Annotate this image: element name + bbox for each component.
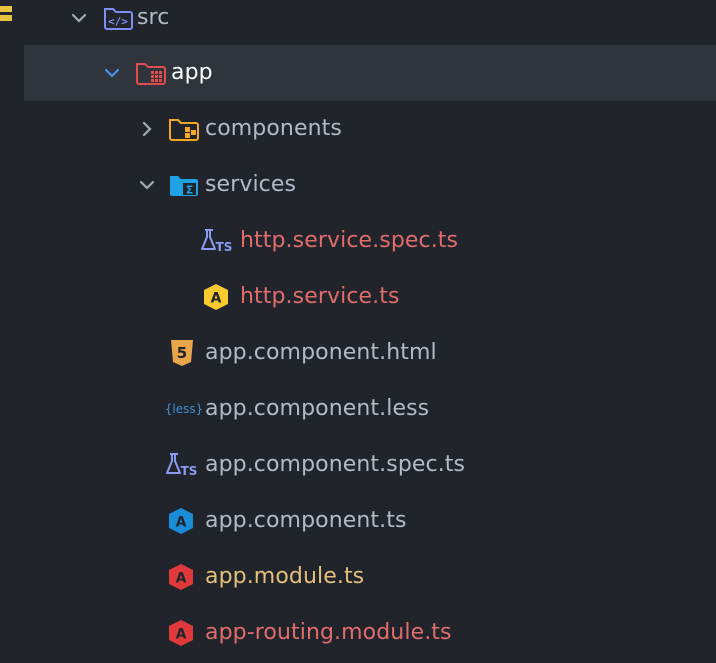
tree-item-services[interactable]: Σ services bbox=[0, 157, 716, 213]
svg-text:5: 5 bbox=[177, 344, 187, 362]
chevron-right-icon[interactable] bbox=[137, 119, 157, 139]
file-explorer: </> src app components Σ services TS htt… bbox=[0, 0, 716, 663]
less-icon: {less} bbox=[166, 392, 202, 426]
chevron-down-icon[interactable] bbox=[69, 8, 89, 28]
angular-module-icon: A bbox=[164, 560, 198, 594]
tree-item-label: app.module.ts bbox=[205, 564, 365, 589]
html5-icon: 5 bbox=[165, 336, 199, 370]
angular-component-icon: A bbox=[164, 504, 198, 538]
tree-item-app-module[interactable]: A app.module.ts bbox=[0, 549, 716, 605]
tree-item-app-routing-module[interactable]: A app-routing.module.ts bbox=[0, 605, 716, 661]
svg-text:A: A bbox=[176, 627, 187, 643]
tree-item-app-component-spec[interactable]: TS app.component.spec.ts bbox=[0, 437, 716, 493]
tree-item-label: http.service.ts bbox=[240, 284, 400, 309]
tree-item-app-component-ts[interactable]: A app.component.ts bbox=[0, 493, 716, 549]
svg-text:A: A bbox=[176, 571, 187, 587]
svg-text:{less}: {less} bbox=[166, 402, 202, 416]
svg-text:Σ: Σ bbox=[186, 184, 194, 197]
angular-service-icon: A bbox=[199, 280, 233, 314]
chevron-down-icon[interactable] bbox=[137, 175, 157, 195]
tree-item-app-component-less[interactable]: {less} app.component.less bbox=[0, 381, 716, 437]
svg-text:A: A bbox=[176, 515, 187, 531]
tree-item-label: app.component.html bbox=[205, 340, 437, 365]
tree-item-label: services bbox=[205, 172, 297, 197]
chevron-down-icon[interactable] bbox=[102, 63, 122, 83]
folder-app-icon bbox=[134, 56, 168, 90]
tree-item-label: app-routing.module.ts bbox=[205, 620, 452, 645]
angular-routing-icon: A bbox=[164, 616, 198, 650]
tree-item-app-component-html[interactable]: 5 app.component.html bbox=[0, 325, 716, 381]
folder-services-icon: Σ bbox=[167, 168, 201, 202]
tree-item-src[interactable]: </> src bbox=[0, 0, 716, 46]
svg-text:A: A bbox=[211, 291, 222, 307]
tree-item-label: app bbox=[171, 60, 213, 85]
test-ts-icon: TS bbox=[165, 448, 199, 482]
tree-item-label: app.component.ts bbox=[205, 508, 407, 533]
tree-item-label: http.service.spec.ts bbox=[240, 228, 459, 253]
svg-text:TS: TS bbox=[216, 240, 233, 254]
test-ts-icon: TS bbox=[200, 224, 234, 258]
svg-text:TS: TS bbox=[181, 464, 198, 478]
folder-src-icon: </> bbox=[101, 1, 135, 35]
tree-item-label: app.component.spec.ts bbox=[205, 452, 466, 477]
tree-item-label: src bbox=[137, 5, 170, 30]
tree-item-http-service[interactable]: A http.service.ts bbox=[0, 269, 716, 325]
svg-text:</>: </> bbox=[108, 15, 128, 28]
tree-item-label: components bbox=[205, 116, 342, 141]
tree-item-http-service-spec[interactable]: TS http.service.spec.ts bbox=[0, 213, 716, 269]
tree-item-components[interactable]: components bbox=[0, 101, 716, 157]
tree-item-app[interactable]: app bbox=[24, 45, 716, 101]
tree-item-label: app.component.less bbox=[205, 396, 430, 421]
folder-components-icon bbox=[167, 112, 201, 146]
